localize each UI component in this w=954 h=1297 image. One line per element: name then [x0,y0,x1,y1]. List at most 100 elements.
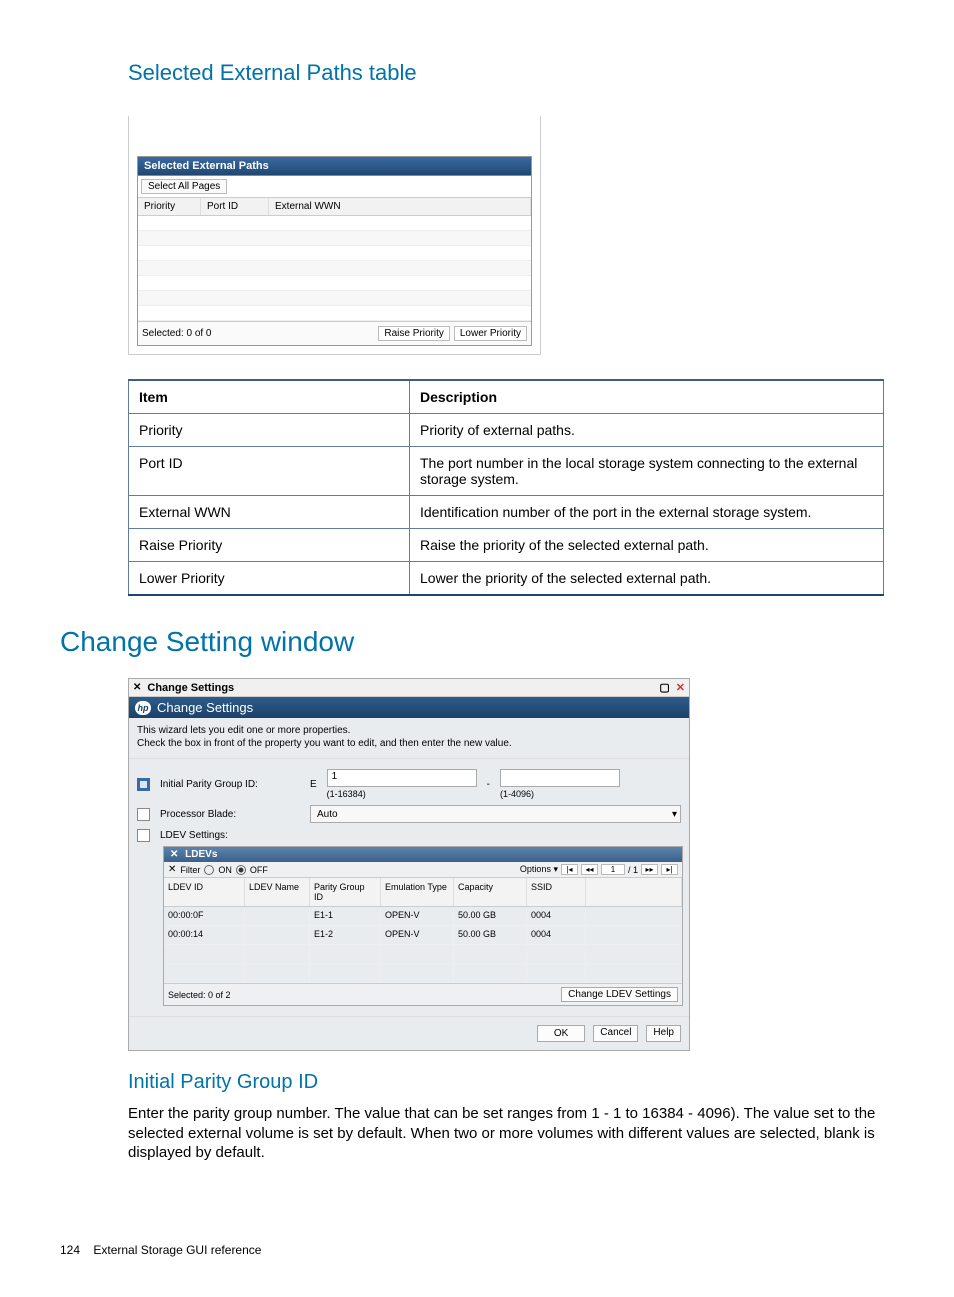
chevron-down-icon: ▾ [672,809,677,820]
cell: 00:00:0F [164,907,245,925]
page-prev-button[interactable]: ◂◂ [581,864,598,875]
page-footer: 124 External Storage GUI reference [60,1243,894,1257]
ldev-settings-checkbox[interactable] [137,829,150,842]
col-emulation-type: Emulation Type [381,878,454,906]
cell-description: Lower the priority of the selected exter… [410,562,884,596]
collapse-icon[interactable]: ✕ [168,864,176,875]
initial-parity-group-checkbox[interactable] [137,778,150,791]
cell-item: External WWN [129,496,410,529]
table-row [164,964,682,983]
cell-description: Raise the priority of the selected exter… [410,529,884,562]
ipg-input-1[interactable]: 1 [327,769,477,787]
ipg-paragraph: Enter the parity group number. The value… [128,1104,894,1163]
table-row [164,945,682,964]
ipg-dash: - [487,779,490,790]
col-item: Item [129,380,410,414]
collapse-icon[interactable]: ✕ [170,849,178,860]
cell: 50.00 GB [454,907,527,925]
page-number: 124 [60,1243,80,1257]
processor-blade-label: Processor Blade: [160,809,300,820]
table-row [138,246,531,261]
col-port-id: Port ID [201,198,269,215]
col-description: Description [410,380,884,414]
cell-item: Priority [129,414,410,447]
page-first-button[interactable]: |◂ [561,864,578,875]
cell-description: Priority of external paths. [410,414,884,447]
raise-priority-button[interactable]: Raise Priority [378,326,449,341]
wizard-desc-2: Check the box in front of the property y… [137,737,681,750]
ipg-range-1: (1-16384) [327,789,477,799]
page-last-button[interactable]: ▸| [661,864,678,875]
panel-title: Change Settings [157,700,253,715]
change-ldev-settings-button[interactable]: Change LDEV Settings [561,987,678,1002]
page-next-button[interactable]: ▸▸ [641,864,658,875]
table-row[interactable]: 00:00:14E1-2OPEN-V50.00 GB0004 [164,926,682,945]
collapse-icon[interactable]: ✕ [133,682,141,693]
table-row: External WWNIdentification number of the… [129,496,884,529]
selected-external-paths-panel: Selected External Paths Select All Pages… [128,116,541,355]
filter-off-label: OFF [250,865,268,875]
section-heading-2: Change Setting window [60,626,894,658]
lower-priority-button[interactable]: Lower Priority [454,326,527,341]
options-menu[interactable]: Options ▾ [520,864,558,875]
ipg-input-2[interactable] [500,769,620,787]
ldev-selected-count: Selected: 0 of 2 [168,990,231,1000]
cell-item: Port ID [129,447,410,496]
table-row [138,306,531,321]
cell: 0004 [527,926,586,944]
col-ldev-id: LDEV ID [164,878,245,906]
close-icon[interactable]: ✕ [676,681,685,694]
processor-blade-select[interactable]: Auto ▾ [310,805,681,823]
footer-text: External Storage GUI reference [93,1243,261,1257]
table-row[interactable]: 00:00:0F E1-1OPEN-V50.00 GB0004 [164,907,682,926]
col-ldev-name: LDEV Name [245,878,310,906]
section-heading-1: Selected External Paths table [128,60,894,86]
filter-label: Filter [180,865,200,875]
cell [245,907,310,925]
hp-logo-icon: hp [135,701,151,715]
table-row: Port IDThe port number in the local stor… [129,447,884,496]
cell: 00:00:14 [164,926,245,944]
section-heading-3: Initial Parity Group ID [128,1071,894,1094]
processor-blade-checkbox[interactable] [137,808,150,821]
cell: E1-1 [310,907,381,925]
page-input[interactable]: 1 [601,864,625,875]
filter-off-radio[interactable] [236,865,246,875]
ldev-settings-label: LDEV Settings: [160,830,300,841]
table-row: PriorityPriority of external paths. [129,414,884,447]
page-total: / 1 [628,865,638,875]
table-header-row: Priority Port ID External WWN [138,197,531,216]
col-parity-group-id: Parity Group ID [310,878,381,906]
change-settings-window: ✕ Change Settings ▢ ✕ hp Change Settings… [128,678,690,1051]
cell: E1-2 [310,926,381,944]
cell [245,926,310,944]
window-title: Change Settings [147,682,234,694]
panel-title: Selected External Paths [138,157,531,176]
filter-on-radio[interactable] [204,865,214,875]
cell: OPEN-V [381,926,454,944]
ok-button[interactable]: OK [537,1025,585,1042]
selected-count: Selected: 0 of 0 [142,328,212,339]
cell-item: Raise Priority [129,529,410,562]
select-all-pages-button[interactable]: Select All Pages [141,179,227,194]
table-row: Raise PriorityRaise the priority of the … [129,529,884,562]
wizard-desc-1: This wizard lets you edit one or more pr… [137,724,681,737]
cell: OPEN-V [381,907,454,925]
ldevs-section-title: LDEVs [185,849,217,860]
cancel-button[interactable]: Cancel [593,1025,638,1042]
col-external-wwn: External WWN [269,198,531,215]
cell: 0004 [527,907,586,925]
table-row [138,261,531,276]
cell-description: The port number in the local storage sys… [410,447,884,496]
table-row [138,231,531,246]
description-table-wrapper: Item Description PriorityPriority of ext… [128,379,894,596]
cell-item: Lower Priority [129,562,410,596]
col-ssid: SSID [527,878,586,906]
col-priority: Priority [138,198,201,215]
help-button[interactable]: Help [646,1025,681,1042]
col-capacity: Capacity [454,878,527,906]
maximize-icon[interactable]: ▢ [659,681,669,694]
table-row: Lower PriorityLower the priority of the … [129,562,884,596]
cell-description: Identification number of the port in the… [410,496,884,529]
initial-parity-group-label: Initial Parity Group ID: [160,779,300,790]
